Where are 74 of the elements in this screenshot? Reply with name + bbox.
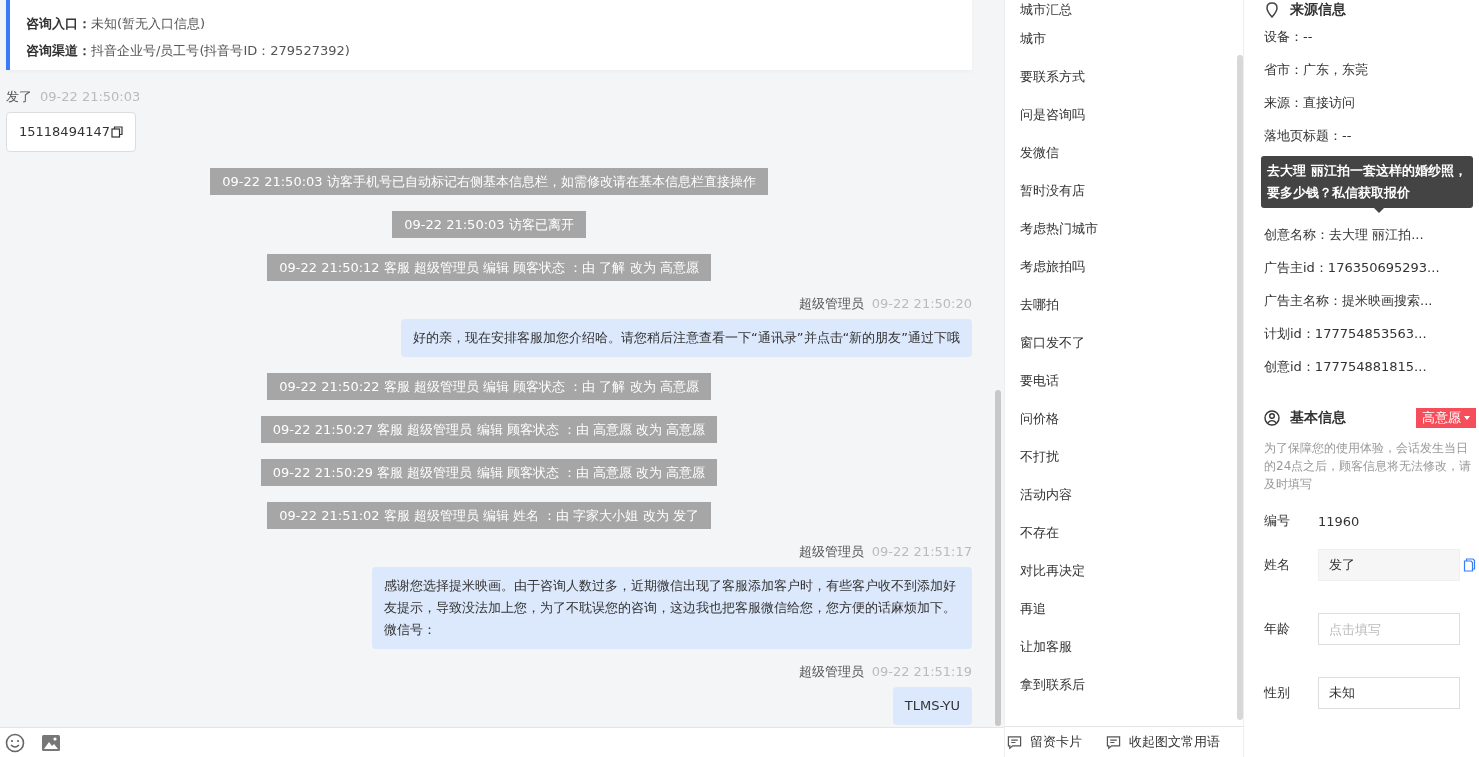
field-value: 未知(暂无入口信息) bbox=[91, 16, 206, 31]
footer-button[interactable]: 收起图文常用语 bbox=[1106, 733, 1220, 751]
footer-button[interactable]: 留资卡片 bbox=[1007, 733, 1082, 751]
user-icon bbox=[1264, 410, 1280, 426]
message-bubble: 感谢您选择提米映画。由于咨询人数过多，近期微信出现了客服添加客户时，有些客户收不到添加好友提示，导致没法加上您，为了不耽误您的咨询，这边我也把客服微信给您，您方便的话麻烦加下。微信号： bbox=[372, 567, 972, 649]
message-icon bbox=[1007, 734, 1022, 750]
message-time: 09-22 21:51:19 bbox=[871, 664, 972, 679]
field-label: 编号 bbox=[1264, 512, 1291, 530]
sender-name: 发了 bbox=[6, 89, 32, 104]
message-time: 09-22 21:51:17 bbox=[871, 544, 972, 559]
phrase-item[interactable]: 再追 bbox=[1005, 590, 1231, 628]
info-row-text: 创意名称：去大理 丽江拍... bbox=[1264, 226, 1425, 244]
phrase-item[interactable]: 城市汇总 bbox=[1005, 0, 1231, 20]
field-label: 姓名 bbox=[1264, 556, 1291, 574]
field-label: 咨询入口： bbox=[26, 16, 91, 31]
info-row-text: 计划id：177754853563... bbox=[1264, 325, 1428, 343]
input-field[interactable]: 点击填写 bbox=[1318, 613, 1460, 645]
image-icon[interactable] bbox=[41, 732, 61, 753]
system-message: 09-22 21:50:27 客服 超级管理员 编辑 顾客状态 ：由 高意愿 改为 高意愿 bbox=[260, 416, 718, 443]
select-field[interactable]: 未知 bbox=[1318, 677, 1460, 709]
phrase-item[interactable]: 暂时没有店 bbox=[1005, 172, 1231, 210]
phrase-item[interactable]: 让加客服 bbox=[1005, 628, 1231, 666]
name-field[interactable]: 发了 bbox=[1318, 549, 1460, 581]
phrase-item[interactable]: 不存在 bbox=[1005, 514, 1231, 552]
notice-text: 为了保障您的使用体验，会话发生当日的24点之后，顾客信息将无法修改，请及时填写 bbox=[1264, 440, 1473, 493]
scrollbar[interactable] bbox=[1237, 55, 1243, 720]
field-value: 抖音企业号/员工号(抖音号ID：279527392) bbox=[91, 43, 350, 58]
message-bubble: TLMS-YU bbox=[892, 687, 972, 725]
tooltip-arrow bbox=[1374, 208, 1384, 213]
phrase-item[interactable]: 考虑旅拍吗 bbox=[1005, 248, 1231, 286]
copy-icon[interactable] bbox=[111, 126, 123, 138]
system-message: 09-22 21:51:02 客服 超级管理员 编辑 姓名 ：由 字家大小姐 改为 发了 bbox=[267, 502, 711, 529]
section-title: 来源信息 bbox=[1290, 1, 1346, 19]
message-time: 09-22 21:50:20 bbox=[871, 296, 972, 311]
phrase-item[interactable]: 考虑热门城市 bbox=[1005, 210, 1231, 248]
sender-name: 超级管理员 bbox=[798, 664, 864, 679]
sender-name: 超级管理员 bbox=[798, 544, 864, 559]
phrase-item[interactable]: 问是咨询吗 bbox=[1005, 96, 1231, 134]
message-icon bbox=[1106, 734, 1121, 750]
sender-name: 超级管理员 bbox=[798, 296, 864, 311]
field-label: 性别 bbox=[1264, 684, 1291, 702]
scrollbar[interactable] bbox=[995, 390, 1001, 726]
info-row-text: 广告主id：176350695293... bbox=[1264, 259, 1441, 277]
phrase-item[interactable]: 不打扰 bbox=[1005, 438, 1231, 476]
phrase-item[interactable]: 城市 bbox=[1005, 20, 1231, 58]
system-message: 09-22 21:50:29 客服 超级管理员 编辑 顾客状态 ：由 高意愿 改为 高意愿 bbox=[260, 459, 718, 486]
phrase-item[interactable]: 对比再决定 bbox=[1005, 552, 1231, 590]
field-value: 11960 bbox=[1318, 513, 1360, 529]
phrase-item[interactable]: 拿到联系后 bbox=[1005, 666, 1231, 704]
phrase-item[interactable]: 要电话 bbox=[1005, 362, 1231, 400]
phrase-item[interactable]: 活动内容 bbox=[1005, 476, 1231, 514]
info-row-text: 来源：直接访问 bbox=[1264, 94, 1356, 112]
system-message: 09-22 21:50:22 客服 超级管理员 编辑 顾客状态 ：由 了解 改为 高意愿 bbox=[267, 373, 711, 400]
info-row-text: 设备：-- bbox=[1264, 28, 1314, 46]
info-row-text: 创意id：177754881815... bbox=[1264, 358, 1428, 376]
message-text: 15118494147 bbox=[19, 123, 110, 141]
phrase-item[interactable]: 去哪拍 bbox=[1005, 286, 1231, 324]
info-row-text: 广告主名称：提米映画搜索... bbox=[1264, 292, 1434, 310]
info-row-text: 落地页标题：-- bbox=[1264, 127, 1353, 145]
location-pin-icon bbox=[1264, 2, 1280, 18]
phrase-item[interactable]: 窗口发不了 bbox=[1005, 324, 1231, 362]
phrase-item[interactable]: 要联系方式 bbox=[1005, 58, 1231, 96]
message-bubble: 好的亲，现在安排客服加您介绍哈。请您稍后注意查看一下“通讯录”并点击“新的朋友”通过下哦 bbox=[401, 319, 972, 357]
system-message: 09-22 21:50:03 访客已离开 bbox=[392, 211, 586, 238]
field-label: 年龄 bbox=[1264, 620, 1291, 638]
message-time: 09-22 21:50:03 bbox=[40, 89, 141, 104]
emoji-icon[interactable] bbox=[5, 732, 25, 753]
phrase-item[interactable]: 发微信 bbox=[1005, 134, 1231, 172]
info-row-text: 省市：广东，东莞 bbox=[1264, 61, 1369, 79]
system-message: 09-22 21:50:03 访客手机号已自动标记右侧基本信息栏，如需修改请在基本信息栏直接操作 bbox=[210, 168, 768, 195]
section-title: 基本信息 bbox=[1290, 409, 1346, 427]
phrase-item[interactable]: 问价格 bbox=[1005, 400, 1231, 438]
field-label: 咨询渠道： bbox=[26, 43, 91, 58]
system-message: 09-22 21:50:12 客服 超级管理员 编辑 顾客状态 ：由 了解 改为 高意愿 bbox=[267, 254, 711, 281]
